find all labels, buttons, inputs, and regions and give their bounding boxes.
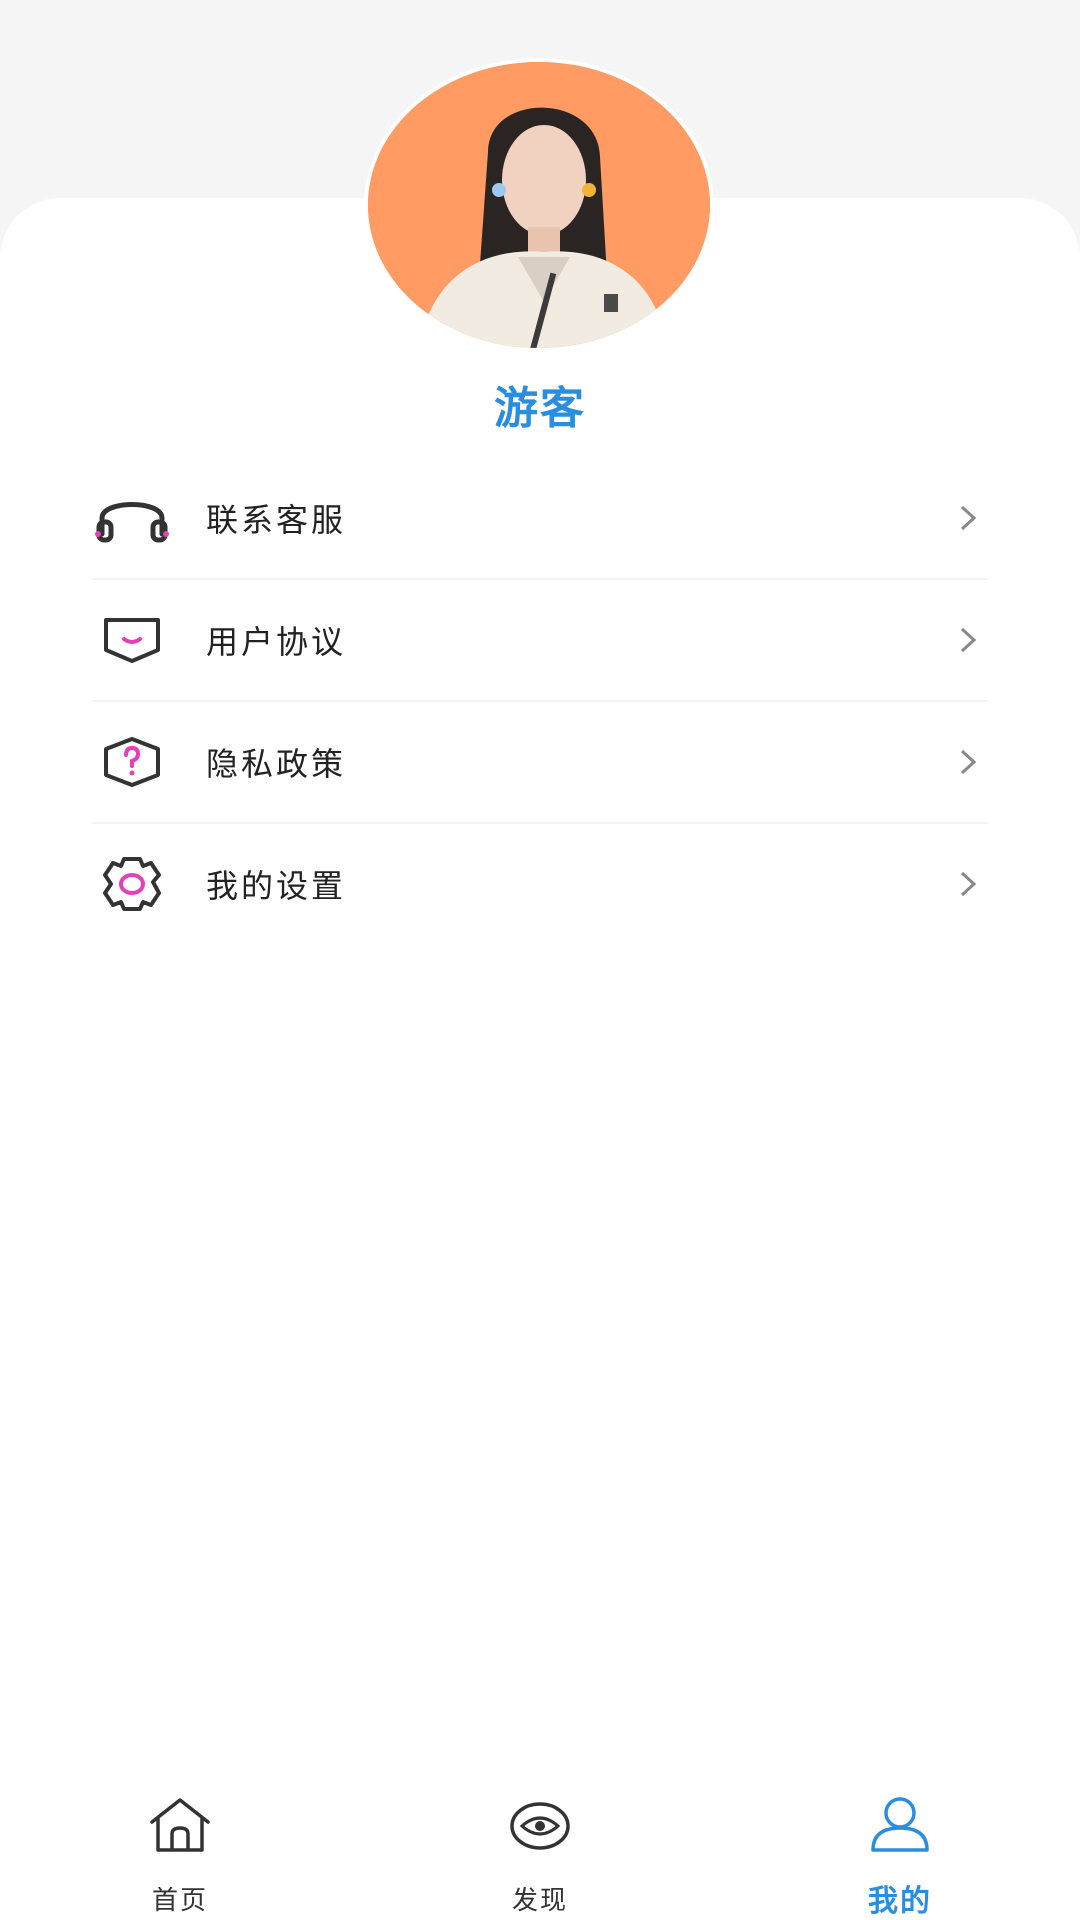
tab-mine[interactable]: 我的 (720, 1770, 1080, 1920)
menu-item-contact-support[interactable]: 联系客服 (92, 458, 988, 580)
menu-item-user-agreement[interactable]: 用户协议 (92, 580, 988, 702)
chevron-right-icon (948, 824, 988, 944)
menu-item-privacy-policy[interactable]: 隐私政策 (92, 702, 988, 824)
chevron-right-icon (948, 702, 988, 822)
avatar[interactable] (364, 58, 714, 352)
privacy-question-icon (92, 722, 172, 802)
chevron-right-icon (948, 458, 988, 578)
eye-icon (360, 1796, 720, 1854)
gear-icon (92, 844, 172, 924)
menu-item-label: 用户协议 (206, 623, 347, 661)
chevron-right-icon (948, 580, 988, 700)
tab-label: 我的 (868, 1884, 932, 1919)
tab-label: 首页 (151, 1886, 208, 1916)
agreement-icon (92, 600, 172, 680)
user-icon (720, 1796, 1080, 1854)
bottom-tab-bar: 首页 发现 我的 (0, 1770, 1080, 1920)
tab-home[interactable]: 首页 (0, 1770, 360, 1920)
menu-item-label: 联系客服 (206, 501, 347, 539)
username: 游客 (494, 383, 586, 434)
menu-item-label: 隐私政策 (206, 745, 347, 783)
tab-discover[interactable]: 发现 (360, 1770, 720, 1920)
home-icon (0, 1796, 360, 1854)
menu-item-label: 我的设置 (206, 867, 347, 905)
settings-menu: 联系客服 用户协议 隐私政策 我的设置 (92, 458, 988, 944)
profile-card (0, 198, 1080, 1920)
headset-icon (92, 478, 172, 558)
tab-label: 发现 (511, 1886, 568, 1916)
menu-item-my-settings[interactable]: 我的设置 (92, 824, 988, 944)
